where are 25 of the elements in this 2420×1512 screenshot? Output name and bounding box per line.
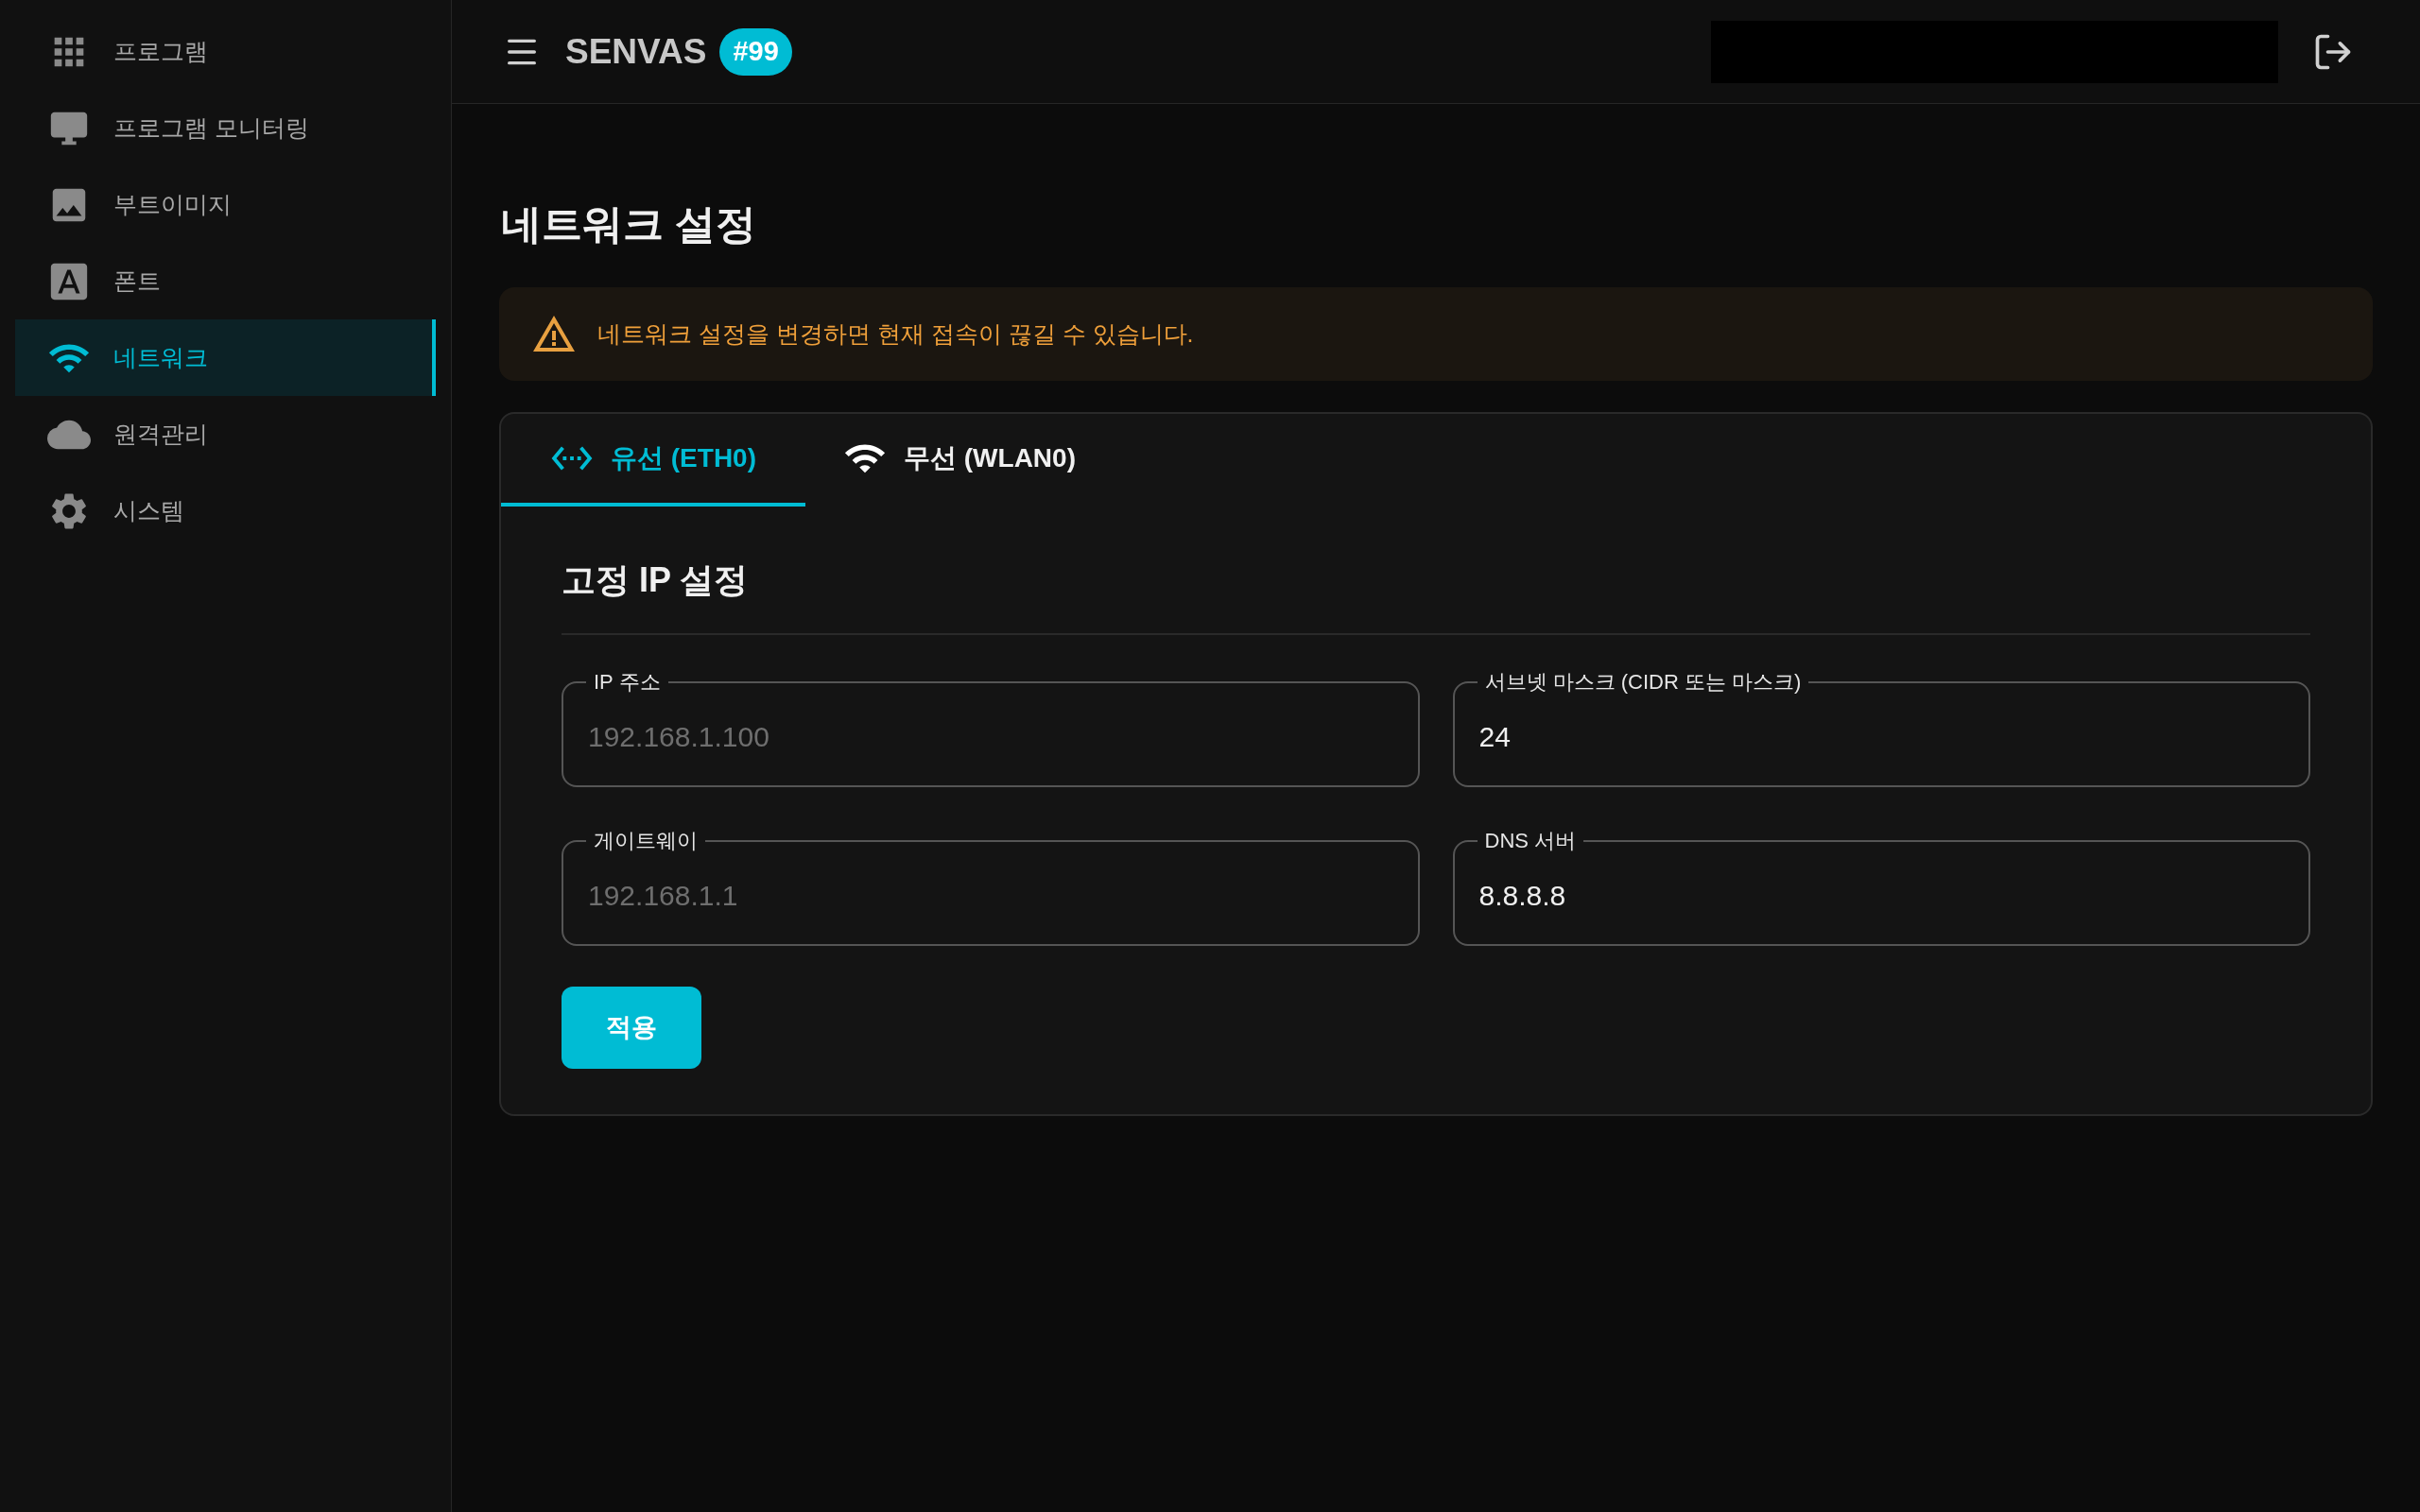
section-title: 고정 IP 설정: [562, 559, 750, 601]
field-value[interactable]: 24: [1477, 695, 2286, 774]
warning-text: 네트워크 설정을 변경하면 현재 접속이 끊길 수 있습니다.: [597, 318, 1194, 349]
sidebar-item[interactable]: 원격관리: [15, 396, 436, 472]
sidebar-item[interactable]: 프로그램 모니터링: [15, 90, 436, 166]
tab[interactable]: 무선 (WLAN0): [805, 414, 1114, 507]
sidebar-item[interactable]: 프로그램: [15, 13, 436, 90]
text-field[interactable]: 서브넷 마스크 (CIDR 또는 마스크) 24: [1452, 670, 2310, 787]
field-label: 서브넷 마스크 (CIDR 또는 마스크): [1483, 670, 1803, 695]
field-label: DNS 서버: [1483, 829, 1578, 853]
field-label: 게이트웨이: [593, 829, 699, 853]
sidebar-item[interactable]: 폰트: [15, 243, 436, 319]
brand-name: SENVAS: [565, 30, 707, 73]
field-value[interactable]: 192.168.1.100: [586, 695, 1395, 774]
version-badge: #99: [719, 27, 792, 76]
page-title: 네트워크 설정: [500, 200, 757, 249]
text-field[interactable]: 게이트웨이 192.168.1.1: [562, 829, 1420, 946]
tab[interactable]: 유선 (ETH0): [501, 414, 805, 507]
sidebar-item[interactable]: 네트워크: [15, 319, 436, 396]
sidebar-item[interactable]: 부트이미지: [15, 166, 436, 243]
sidebar-item[interactable]: 시스템: [15, 472, 436, 549]
field-value[interactable]: 192.168.1.1: [586, 853, 1395, 933]
field-value[interactable]: 8.8.8.8: [1477, 853, 2286, 933]
field-label: IP 주소: [593, 670, 662, 695]
text-field[interactable]: DNS 서버 8.8.8.8: [1452, 829, 2310, 946]
